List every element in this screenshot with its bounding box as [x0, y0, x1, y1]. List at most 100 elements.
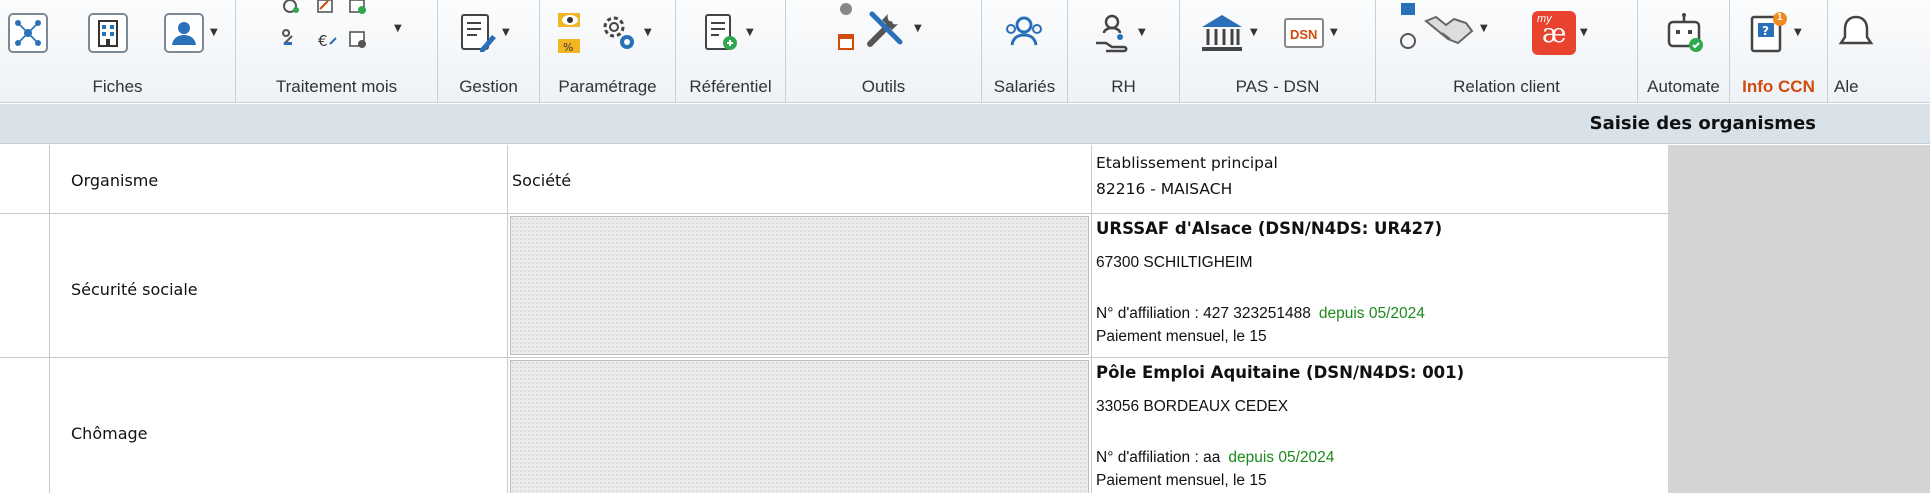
page-title-bar: Saisie des organismes: [0, 104, 1930, 144]
tools-button[interactable]: ▼: [836, 0, 922, 58]
column-header-label: Organisme: [71, 171, 159, 190]
small-calendar-icon: [836, 1, 856, 57]
employees-button[interactable]: [1002, 4, 1046, 62]
group-label: RH: [1111, 77, 1136, 96]
myae-icon: my æ: [1532, 11, 1576, 55]
chevron-down-icon[interactable]: ▼: [502, 28, 510, 38]
svg-text:€: €: [318, 32, 328, 50]
column-header-etablissement[interactable]: Etablissement principal 82216 - MAISACH: [1092, 145, 1668, 213]
ribbon-group-info-ccn: ? 1 ▼ Info CCN: [1730, 0, 1828, 103]
hr-button[interactable]: ▼: [1090, 4, 1146, 62]
row-selector[interactable]: [0, 214, 50, 357]
alert-icon: [1834, 11, 1878, 55]
chevron-down-icon[interactable]: ▼: [394, 24, 402, 34]
column-header-label: Société: [512, 171, 572, 190]
reference-doc-button[interactable]: ▼: [698, 4, 754, 62]
column-header-societe[interactable]: Société: [508, 145, 1092, 213]
org-since: depuis 05/2024: [1228, 449, 1335, 466]
etablissement-cell[interactable]: URSSAF d'Alsace (DSN/N4DS: UR427) 67300 …: [1092, 214, 1668, 357]
building-icon: [86, 11, 130, 55]
societe-cell[interactable]: [508, 358, 1092, 493]
alert-button[interactable]: [1834, 4, 1878, 62]
chevron-down-icon[interactable]: ▼: [210, 28, 218, 38]
group-label: Automate: [1647, 77, 1720, 96]
chevron-down-icon[interactable]: ▼: [1330, 28, 1338, 38]
org-payment: Paiement mensuel, le 15: [1096, 472, 1267, 489]
disabled-cell-pattern: [510, 360, 1089, 493]
column-header-label: Etablissement principal: [1096, 154, 1278, 172]
chevron-down-icon[interactable]: ▼: [914, 24, 922, 34]
employees-icon: [1002, 11, 1046, 55]
row-selector[interactable]: [0, 358, 50, 493]
ribbon-group-referentiel: ▼ Référentiel: [676, 0, 786, 103]
chevron-down-icon[interactable]: ▼: [1480, 24, 1488, 34]
ribbon-group-pas-dsn: ▼ DSN ▼ PAS - DSN: [1180, 0, 1376, 103]
etablissement-value: 82216 - MAISACH: [1096, 180, 1233, 198]
svg-text:?: ?: [1762, 24, 1769, 38]
organisme-label: Sécurité sociale: [71, 280, 198, 299]
organismes-table: Organisme Société Etablissement principa…: [0, 145, 1668, 493]
chevron-down-icon[interactable]: ▼: [1138, 28, 1146, 38]
checklist-edit-button[interactable]: ▼: [454, 4, 510, 62]
bank-button[interactable]: ▼: [1198, 4, 1258, 62]
disabled-cell-pattern: [510, 216, 1089, 355]
handshake-icon: [1422, 7, 1476, 51]
hr-hand-icon: [1090, 11, 1134, 55]
robot-button[interactable]: [1662, 4, 1706, 62]
ribbon-group-outils: ▼ Outils: [786, 0, 982, 103]
group-label: Ale: [1834, 77, 1859, 96]
organisme-cell[interactable]: Chômage: [50, 358, 508, 493]
settings-eye-icon: %: [556, 11, 592, 55]
group-label: Salariés: [993, 77, 1056, 96]
org-name: URSSAF d'Alsace (DSN/N4DS: UR427): [1096, 219, 1443, 238]
ribbon-group-parametrage: % ▼ Paramétrage: [540, 0, 676, 103]
org-address: 33056 BORDEAUX CEDEX: [1096, 398, 1289, 415]
user-card-button[interactable]: ▼: [162, 4, 218, 62]
chevron-down-icon[interactable]: ▼: [746, 28, 754, 38]
org-affiliation-line: N° d'affiliation : aa depuis 05/2024: [1096, 449, 1334, 467]
group-label: Info CCN: [1742, 77, 1815, 96]
reference-doc-icon: [698, 11, 742, 55]
dsn-button[interactable]: DSN ▼: [1282, 4, 1338, 62]
building-button[interactable]: [86, 4, 130, 62]
ccn-book-button[interactable]: ? 1 ▼: [1746, 4, 1802, 62]
org-name: Pôle Emploi Aquitaine (DSN/N4DS: 001): [1096, 363, 1465, 382]
etablissement-cell[interactable]: Pôle Emploi Aquitaine (DSN/N4DS: 001) 33…: [1092, 358, 1668, 493]
ccn-book-icon: ? 1: [1746, 11, 1790, 55]
chevron-down-icon[interactable]: ▼: [1580, 28, 1588, 38]
org-affiliation-line: N° d'affiliation : 427 323251488 depuis 0…: [1096, 305, 1425, 323]
handshake-button[interactable]: ▼: [1398, 0, 1488, 58]
row-selector-header: [0, 145, 50, 213]
network-button[interactable]: [6, 4, 50, 62]
ribbon-group-salaries: Salariés: [982, 0, 1068, 103]
ribbon-toolbar: ▼ Fiches € ▼ Traitement mois ▼ Gestion %…: [0, 0, 1930, 103]
chevron-down-icon[interactable]: ▼: [644, 28, 652, 38]
organisme-cell[interactable]: Sécurité sociale: [50, 214, 508, 357]
group-label: Fiches: [92, 77, 143, 96]
dsn-badge: DSN: [1290, 27, 1318, 42]
svg-text:%: %: [563, 41, 573, 54]
tools-icon: [860, 4, 910, 54]
table-row[interactable]: Sécurité sociale URSSAF d'Alsace (DSN/N4…: [0, 214, 1668, 358]
chevron-down-icon[interactable]: ▼: [1794, 28, 1802, 38]
societe-cell[interactable]: [508, 214, 1092, 357]
empty-area: [1668, 145, 1930, 493]
monthly-processing-button[interactable]: € ▼: [280, 0, 402, 58]
org-affiliation: N° d'affiliation : 427 323251488: [1096, 305, 1311, 322]
group-label: Référentiel: [689, 77, 772, 96]
myae-button[interactable]: my æ ▼: [1532, 4, 1588, 62]
column-header-organisme[interactable]: Organisme: [50, 145, 508, 213]
org-since: depuis 05/2024: [1318, 305, 1425, 322]
settings-button[interactable]: % ▼: [556, 4, 652, 62]
ribbon-group-automate: Automate: [1638, 0, 1730, 103]
bank-icon: [1198, 11, 1246, 55]
ribbon-group-alertes: Ale: [1828, 0, 1930, 103]
user-card-icon: [162, 11, 206, 55]
monthly-processing-icon: €: [280, 0, 390, 60]
ribbon-group-traitement: € ▼ Traitement mois: [236, 0, 438, 103]
dsn-icon: DSN: [1282, 11, 1326, 55]
page-title: Saisie des organismes: [1589, 113, 1816, 134]
chevron-down-icon[interactable]: ▼: [1250, 28, 1258, 38]
table-row[interactable]: Chômage Pôle Emploi Aquitaine (DSN/N4DS:…: [0, 358, 1668, 493]
ribbon-group-gestion: ▼ Gestion: [438, 0, 540, 103]
